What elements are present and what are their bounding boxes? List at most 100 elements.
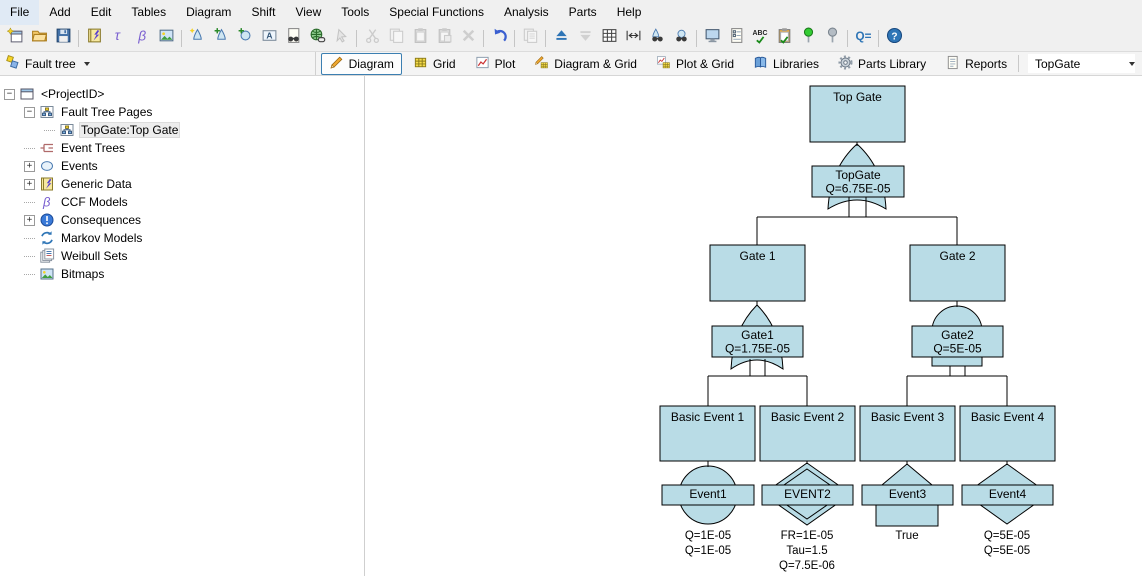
align-top-button[interactable] xyxy=(549,27,573,50)
menu-item-shift[interactable]: Shift xyxy=(241,0,285,25)
add-event-button[interactable] xyxy=(233,27,257,50)
tab-diagram-grid[interactable]: Diagram & Grid xyxy=(526,53,645,75)
expand-icon[interactable]: + xyxy=(24,179,35,190)
events-icon xyxy=(39,158,55,174)
select-cursor-button[interactable] xyxy=(329,27,353,50)
tree-item-topgate-top-gate[interactable]: TopGate:Top Gate xyxy=(0,121,364,139)
book-icon xyxy=(753,55,768,73)
tab-libraries[interactable]: Libraries xyxy=(745,53,827,75)
spell-check-button[interactable]: ABC xyxy=(748,27,772,50)
tab-reports[interactable]: Reports xyxy=(937,53,1015,75)
tau-button[interactable]: τ xyxy=(106,27,130,50)
tree-item-fault-tree-pages[interactable]: −Fault Tree Pages xyxy=(0,103,364,121)
menu-item-add[interactable]: Add xyxy=(39,0,80,25)
copy-pages-button[interactable] xyxy=(518,27,542,50)
menu-item-analysis[interactable]: Analysis xyxy=(494,0,559,25)
menu-item-parts[interactable]: Parts xyxy=(559,0,607,25)
menu-item-special-functions[interactable]: Special Functions xyxy=(379,0,494,25)
delete-button[interactable] xyxy=(456,27,480,50)
verify-button[interactable] xyxy=(772,27,796,50)
expand-icon[interactable]: + xyxy=(24,161,35,172)
computer-button[interactable] xyxy=(700,27,724,50)
cut-button[interactable] xyxy=(360,27,384,50)
help-button[interactable]: ? xyxy=(882,27,906,50)
page-find-button[interactable] xyxy=(281,27,305,50)
tab-bar: DiagramGridPlotDiagram & GridPlot & Grid… xyxy=(316,52,1019,75)
expand-icon[interactable]: + xyxy=(24,215,35,226)
copy-button[interactable] xyxy=(384,27,408,50)
new-document-button[interactable] xyxy=(3,27,27,50)
tree-item-weibull-sets[interactable]: Weibull Sets xyxy=(0,247,364,265)
collapse-icon[interactable]: − xyxy=(24,107,35,118)
gate-symbol-button[interactable] xyxy=(185,27,209,50)
tab-grid[interactable]: Grid xyxy=(405,53,464,75)
find-event-button[interactable] xyxy=(669,27,693,50)
collapse-icon[interactable]: − xyxy=(4,89,15,100)
tree-connector xyxy=(24,274,35,275)
tree-item-event-trees[interactable]: Event Trees xyxy=(0,139,364,157)
tree-item-label: CCF Models xyxy=(59,195,130,209)
spell-check-icon: ABC xyxy=(752,27,769,49)
svg-text:β: β xyxy=(42,195,51,210)
paste-special-button[interactable] xyxy=(432,27,456,50)
tree-item-projectid[interactable]: −<ProjectID> xyxy=(0,85,364,103)
svg-text:β: β xyxy=(137,27,146,43)
status-gray-button[interactable] xyxy=(820,27,844,50)
plot-grid-icon xyxy=(656,55,671,73)
status-green-button[interactable] xyxy=(796,27,820,50)
menu-item-view[interactable]: View xyxy=(285,0,331,25)
diagram-canvas[interactable]: Top GateGate 1Gate 2Basic Event 1Basic E… xyxy=(365,76,1142,576)
menu-item-help[interactable]: Help xyxy=(607,0,652,25)
tab-parts-library[interactable]: Parts Library xyxy=(830,53,934,75)
tab-diagram[interactable]: Diagram xyxy=(321,53,402,75)
page-selector-combo[interactable]: TopGate xyxy=(1028,54,1135,73)
tree-item-markov-models[interactable]: Markov Models xyxy=(0,229,364,247)
toolbar-separator xyxy=(483,30,484,47)
options-page-button[interactable] xyxy=(724,27,748,50)
svg-text:Q=: Q= xyxy=(855,30,871,43)
tab-plot-grid[interactable]: Plot & Grid xyxy=(648,53,742,75)
undo-button[interactable] xyxy=(487,27,511,50)
find-gate-button[interactable] xyxy=(645,27,669,50)
tree-item-events[interactable]: +Events xyxy=(0,157,364,175)
bitmap-image-button[interactable] xyxy=(154,27,178,50)
q-equals-button[interactable]: Q= xyxy=(851,27,875,50)
paste-icon xyxy=(412,27,429,49)
menu-item-edit[interactable]: Edit xyxy=(81,0,122,25)
event2-values: Tau=1.5 xyxy=(786,545,827,557)
hyperlink-button[interactable] xyxy=(305,27,329,50)
toolbar-separator xyxy=(78,30,79,47)
menu-item-tools[interactable]: Tools xyxy=(331,0,379,25)
tab-plot[interactable]: Plot xyxy=(467,53,524,75)
svg-text:ABC: ABC xyxy=(752,30,767,37)
align-bottom-button[interactable] xyxy=(573,27,597,50)
save-button[interactable] xyxy=(51,27,75,50)
menu-item-tables[interactable]: Tables xyxy=(121,0,176,25)
tree-item-generic-data[interactable]: + Generic Data xyxy=(0,175,364,193)
open-project-button[interactable] xyxy=(27,27,51,50)
text-box-button[interactable]: A xyxy=(257,27,281,50)
report-icon xyxy=(945,55,960,73)
view-type-selector[interactable]: Fault tree xyxy=(0,52,316,75)
menu-item-diagram[interactable]: Diagram xyxy=(176,0,241,25)
tree-item-bitmaps[interactable]: Bitmaps xyxy=(0,265,364,283)
tree-item-ccf-models[interactable]: β CCF Models xyxy=(0,193,364,211)
tree-item-label: Bitmaps xyxy=(59,267,106,281)
menu-item-file[interactable]: File xyxy=(0,0,39,25)
paste-button[interactable] xyxy=(408,27,432,50)
generic-data-button[interactable] xyxy=(82,27,106,50)
event4-values: Q=5E-05 xyxy=(984,545,1030,557)
beta-button[interactable]: β xyxy=(130,27,154,50)
bitmap-image-icon xyxy=(158,27,175,49)
tree-item-consequences[interactable]: +Consequences xyxy=(0,211,364,229)
event2-values: Q=7.5E-06 xyxy=(779,560,835,572)
svg-text:A: A xyxy=(266,30,272,40)
status-green-icon xyxy=(800,27,817,49)
fit-width-button[interactable] xyxy=(621,27,645,50)
add-gate-button[interactable] xyxy=(209,27,233,50)
project-tree-panel: −<ProjectID>−Fault Tree PagesTopGate:Top… xyxy=(0,76,365,576)
q-equals-icon: Q= xyxy=(855,27,872,49)
gate-2-box-label: Gate 2 xyxy=(939,249,975,263)
table-grid-button[interactable] xyxy=(597,27,621,50)
tree-item-label: Generic Data xyxy=(59,177,134,191)
